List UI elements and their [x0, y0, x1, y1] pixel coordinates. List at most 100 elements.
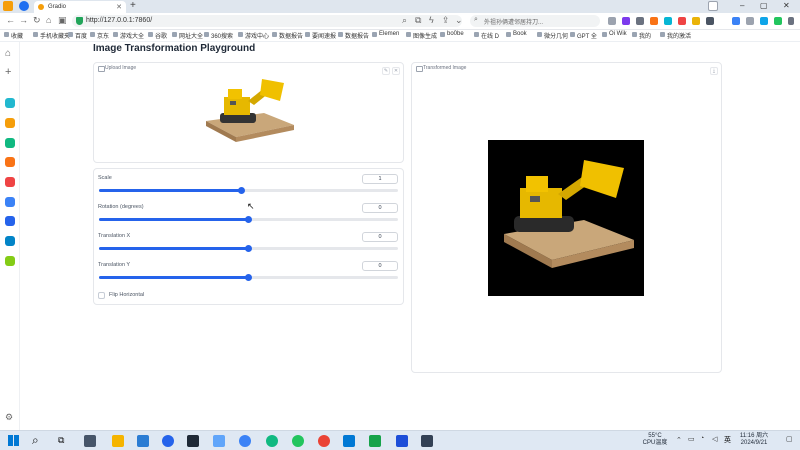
bookmark-item[interactable]: 百度	[68, 31, 87, 40]
minimize-icon[interactable]: –	[740, 1, 744, 10]
ime-indicator[interactable]: 英	[724, 435, 731, 445]
ext-gray-icon[interactable]	[636, 17, 644, 25]
clock[interactable]: 11:16 周六 2024/9/21	[736, 433, 772, 447]
scissors-icon[interactable]	[608, 17, 616, 25]
search-icon[interactable]: ⌕	[32, 433, 39, 448]
translation-x-value-input[interactable]: 0	[362, 232, 398, 242]
bookmark-item[interactable]: 收藏	[4, 31, 23, 40]
add-icon[interactable]: +	[5, 66, 11, 78]
home-icon[interactable]: ⌂	[46, 15, 51, 25]
search-input[interactable]: ⌕ 外祖孙俩遭邻居持刀...	[470, 15, 600, 27]
bookmark-item[interactable]: 要闻速报	[305, 31, 336, 40]
translation-x-track[interactable]	[99, 245, 398, 252]
ext-red-icon[interactable]	[678, 17, 686, 25]
widgets-icon[interactable]	[84, 435, 96, 447]
ext-purple-icon[interactable]	[622, 17, 630, 25]
close-tab-icon[interactable]: ✕	[116, 3, 122, 11]
upload-image-panel[interactable]: Upload Image ✎ ✕	[93, 62, 404, 163]
scale-thumb[interactable]	[238, 187, 246, 194]
back-icon[interactable]: ←	[6, 15, 15, 25]
zoom-icon[interactable]: ⌕	[402, 15, 407, 26]
account-icon[interactable]	[708, 1, 718, 11]
bookmark-item[interactable]: 数据报告	[338, 31, 369, 40]
translation-y-track[interactable]	[99, 274, 398, 281]
sidebar-app-icon[interactable]	[5, 256, 15, 266]
bookmark-item[interactable]: 在线 D	[474, 31, 499, 40]
translation-y-value-input[interactable]: 0	[362, 261, 398, 271]
sidebar-app-icon[interactable]	[5, 98, 15, 108]
extension-icon[interactable]: ▣	[58, 15, 67, 26]
translation-x-slider[interactable]: Translation X 0	[94, 232, 404, 261]
bookmark-item[interactable]: bo0be	[440, 31, 464, 37]
file-explorer-icon[interactable]	[112, 435, 124, 447]
app-icon[interactable]	[421, 435, 433, 447]
translate-icon[interactable]: ⧉	[415, 15, 421, 26]
ext-orange-icon[interactable]	[650, 17, 658, 25]
app-s-icon[interactable]	[187, 435, 199, 447]
sidebar-app-icon[interactable]	[5, 177, 15, 187]
download-icon[interactable]: ⤓	[710, 67, 718, 75]
sidebar-app-icon[interactable]	[5, 157, 15, 167]
bookmark-item[interactable]: 谷歌	[148, 31, 167, 40]
close-window-icon[interactable]: ✕	[783, 1, 790, 10]
weather-widget[interactable]: 55°C CPU温度	[640, 433, 670, 447]
sidebar-app-icon[interactable]	[5, 236, 15, 246]
refresh-icon[interactable]: ↻	[33, 15, 41, 26]
forward-icon[interactable]: →	[19, 15, 28, 25]
pycharm-icon[interactable]	[369, 435, 381, 447]
sidebar-app-icon[interactable]	[5, 138, 15, 148]
bookmark-item[interactable]: 图像生成	[406, 31, 437, 40]
menu-icon[interactable]	[788, 17, 794, 25]
rotation-value-input[interactable]: 0	[362, 203, 398, 213]
flip-horizontal-checkbox[interactable]	[98, 292, 105, 299]
bookmark-item[interactable]: 游戏中心	[238, 31, 269, 40]
wifi-icon[interactable]: ◔	[700, 435, 704, 442]
mail-icon[interactable]	[137, 435, 149, 447]
bookmark-item[interactable]: 游戏大全	[113, 31, 144, 40]
scale-value-input[interactable]: 1	[362, 174, 398, 184]
browser-logo-icon[interactable]	[3, 1, 13, 11]
settings-icon[interactable]: ⚙	[5, 412, 13, 423]
bookmark-item[interactable]: 我的	[632, 31, 651, 40]
tab-gradio[interactable]: Gradio ✕	[34, 1, 126, 13]
lightning-icon[interactable]: ϟ	[429, 15, 434, 25]
translation-y-thumb[interactable]	[245, 274, 252, 281]
star-icon[interactable]	[5, 118, 15, 128]
word-icon[interactable]	[396, 435, 408, 447]
chrome-icon[interactable]	[318, 435, 330, 447]
bookmark-item[interactable]: 360搜索	[204, 31, 233, 40]
notification-icon[interactable]: ▢	[786, 435, 793, 443]
scale-slider[interactable]: Scale 1	[94, 174, 404, 203]
undo-icon[interactable]	[746, 17, 754, 25]
network-icon[interactable]: ▭	[688, 435, 695, 443]
cloud-icon[interactable]	[213, 435, 225, 447]
rotation-thumb[interactable]	[245, 216, 252, 223]
translation-y-slider[interactable]: Translation Y 0	[94, 261, 404, 290]
bookmark-item[interactable]: 我的激活	[660, 31, 691, 40]
task-view-icon[interactable]: ⧉	[58, 435, 64, 446]
ext-blue-icon[interactable]	[732, 17, 740, 25]
new-tab-button[interactable]: +	[130, 0, 136, 11]
edit-icon[interactable]: ✎	[382, 67, 390, 75]
share-icon[interactable]: ⇪	[442, 15, 450, 26]
flip-horizontal-label[interactable]: Flip Horizontal	[109, 292, 144, 298]
ext-yellow-icon[interactable]	[692, 17, 700, 25]
bookmark-item[interactable]: 网址大全	[172, 31, 203, 40]
edge-icon[interactable]	[266, 435, 278, 447]
ext-teal-icon[interactable]	[760, 17, 768, 25]
clear-icon[interactable]: ✕	[392, 67, 400, 75]
ext-green-icon[interactable]	[774, 17, 782, 25]
bookmark-item[interactable]: 手机收藏夹	[33, 31, 70, 40]
translation-x-thumb[interactable]	[245, 245, 252, 252]
bookmark-item[interactable]: Book	[506, 31, 527, 37]
windows-start-icon[interactable]	[8, 435, 19, 446]
app-e-icon[interactable]	[162, 435, 174, 447]
sidebar-app-icon[interactable]	[5, 197, 15, 207]
tray-expand-icon[interactable]: ⌃	[676, 436, 682, 444]
bookmark-item[interactable]: 微分几何	[537, 31, 568, 40]
baidu-netdisk-icon[interactable]	[239, 435, 251, 447]
scale-track[interactable]	[99, 187, 398, 194]
home-icon[interactable]: ⌂	[5, 48, 11, 59]
bookmark-item[interactable]: GPT 全	[570, 31, 597, 40]
volume-icon[interactable]: ◁	[712, 435, 717, 443]
